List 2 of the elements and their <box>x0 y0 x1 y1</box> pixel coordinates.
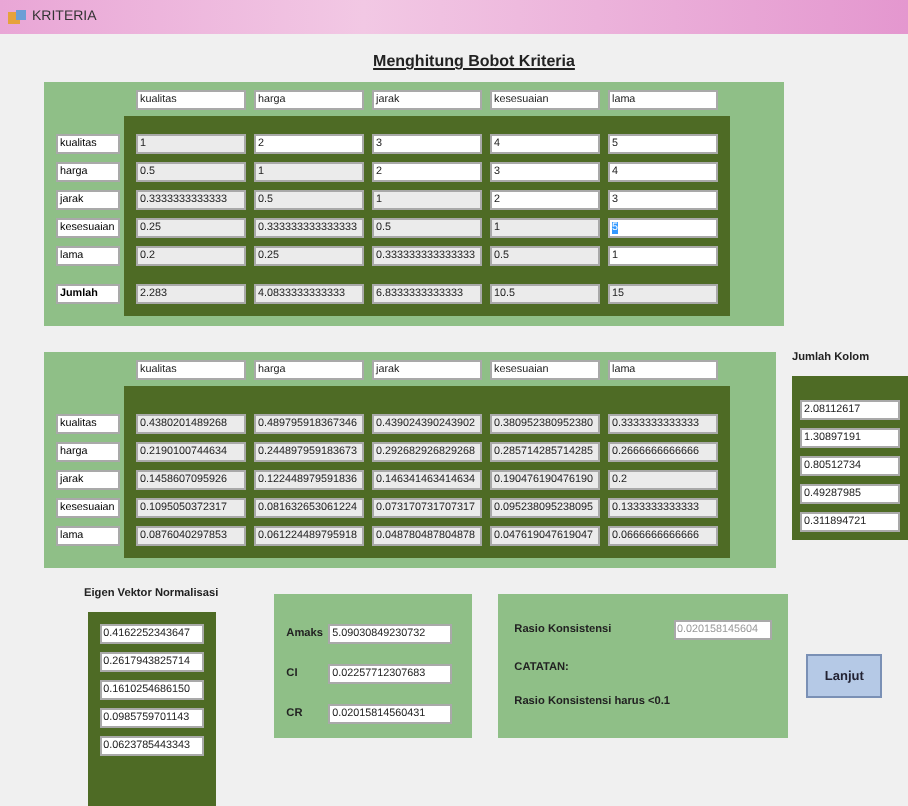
window-icon <box>8 9 26 25</box>
page-heading: Menghitung Bobot Kriteria <box>371 52 577 70</box>
